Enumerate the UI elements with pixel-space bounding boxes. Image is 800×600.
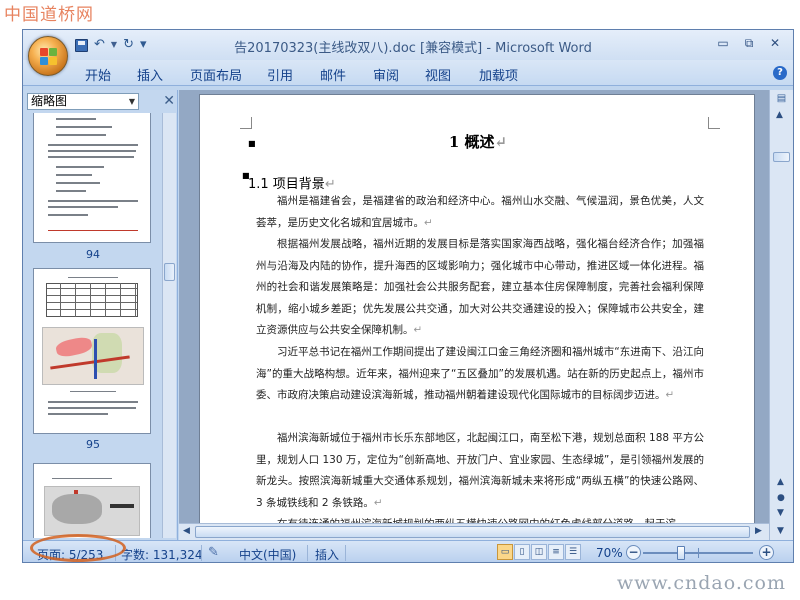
title-bar: ↶ ▼ ↻ ▾ 告20170323(主线改双八).doc [兼容模式] - Mi… (23, 30, 793, 60)
navigation-view-select[interactable]: 缩略图 ▼ (27, 93, 139, 110)
tab-mailings[interactable]: 邮件 (320, 65, 346, 84)
page-thumbnail[interactable] (33, 113, 151, 243)
vertical-scroll-thumb[interactable] (773, 152, 790, 162)
undo-dropdown-icon[interactable]: ▼ (111, 37, 117, 53)
crop-mark (240, 117, 252, 129)
redo-icon[interactable]: ↻ (123, 37, 134, 53)
horizontal-scrollbar[interactable]: ◀ ▶ (179, 523, 769, 540)
thumbnail-pane-header: 缩略图 ▼ ✕ (27, 93, 175, 111)
status-bar: 页面: 5/253 字数: 131,324 ✎ 中文(中国) 插入 ▭ ▯ ◫ … (23, 540, 793, 562)
customize-qat-icon[interactable]: ▾ (140, 37, 147, 53)
full-screen-reading-icon[interactable]: ▯ (514, 544, 530, 560)
print-layout-icon[interactable]: ▭ (497, 544, 513, 560)
next-page-icon[interactable]: ▼ (777, 508, 784, 518)
draft-view-icon[interactable]: ☰ (565, 544, 581, 560)
tab-home[interactable]: 开始 (85, 65, 111, 84)
window-controls: ▭ ⧉ ✕ (711, 34, 787, 52)
ruler-toggle-icon[interactable]: ▤ (775, 93, 788, 105)
restore-button[interactable]: ⧉ (737, 34, 761, 52)
paragraph: 根据福州发展战略，福州近期的发展目标是落实国家海西战略，强化福台经济合作；加强福… (256, 238, 704, 336)
highlight-ellipse (30, 534, 126, 562)
scroll-up-icon[interactable]: ▲ (776, 110, 783, 120)
page-thumbnail[interactable] (33, 463, 151, 538)
navigation-view-label: 缩略图 (31, 94, 68, 108)
heading-1: 1 概述↵ (448, 133, 508, 151)
close-button[interactable]: ✕ (763, 34, 787, 52)
scroll-down-icon[interactable]: ▼ (777, 526, 784, 536)
tab-view[interactable]: 视图 (425, 65, 451, 84)
select-browse-object-icon[interactable]: ● (777, 493, 785, 503)
document-page[interactable]: ■ 1 概述↵ ■ 1.1 项目背景↵ 福州是福建省会，是福建省的政治和经济中心… (199, 94, 755, 540)
outline-view-icon[interactable]: ≡ (548, 544, 564, 560)
undo-icon[interactable]: ↶ (94, 37, 105, 53)
horizontal-scroll-thumb[interactable] (195, 526, 750, 538)
zoom-level[interactable]: 70% (596, 546, 623, 560)
chevron-down-icon: ▼ (128, 97, 135, 106)
paragraph: 习近平总书记在福州工作期间提出了建设闽江口金三角经济圈和福州城市“东进南下、沿江… (256, 346, 704, 401)
page-number-label: 94 (86, 248, 100, 261)
zoom-out-button[interactable]: − (626, 545, 641, 560)
crop-mark (708, 117, 720, 129)
previous-page-icon[interactable]: ▲ (777, 477, 784, 487)
thumbnail-scrollbar[interactable] (162, 113, 176, 538)
close-icon[interactable]: ✕ (163, 93, 175, 109)
view-buttons: ▭ ▯ ◫ ≡ ☰ (497, 544, 581, 560)
word-count-status[interactable]: 字数: 131,324 (121, 546, 202, 562)
tab-references[interactable]: 引用 (267, 65, 293, 84)
word-window: ↶ ▼ ↻ ▾ 告20170323(主线改双八).doc [兼容模式] - Mi… (22, 29, 794, 563)
minimize-button[interactable]: ▭ (711, 34, 735, 52)
thumbnail-list: 94 95 (25, 113, 161, 538)
help-icon[interactable]: ? (773, 66, 787, 80)
page-thumbnail[interactable] (33, 268, 151, 434)
web-layout-icon[interactable]: ◫ (531, 544, 547, 560)
office-logo-icon (40, 48, 58, 66)
heading-2: 1.1 项目背景↵ (248, 177, 336, 192)
save-icon[interactable] (75, 38, 88, 52)
proofing-icon[interactable]: ✎ (208, 545, 226, 561)
window-title: 告20170323(主线改双八).doc [兼容模式] - Microsoft … (234, 41, 592, 56)
insert-mode-status[interactable]: 插入 (315, 546, 339, 562)
watermark-bottom: www.cndao.com (616, 572, 786, 594)
tab-add-ins[interactable]: 加载项 (479, 65, 518, 84)
ribbon-tabs: 开始 插入 页面布局 引用 邮件 审阅 视图 加载项 ? (23, 60, 793, 86)
vertical-scrollbar[interactable]: ▤ ▲ ▲ ● ▼ ▼ (769, 90, 793, 540)
page-number-label: 95 (86, 438, 100, 451)
zoom-slider-center-mark (698, 548, 699, 558)
tab-page-layout[interactable]: 页面布局 (190, 65, 242, 84)
tab-review[interactable]: 审阅 (373, 65, 399, 84)
tab-insert[interactable]: 插入 (137, 65, 163, 84)
zoom-in-button[interactable]: + (759, 545, 774, 560)
paragraph: 福州滨海新城位于福州市长乐东部地区，北起闽江口，南至松下港，规划总面积 188 … (256, 432, 704, 509)
language-status[interactable]: 中文(中国) (239, 546, 296, 562)
thumbnail-pane: 缩略图 ▼ ✕ 94 95 (23, 90, 178, 540)
office-button[interactable] (28, 36, 68, 76)
thumbnail-scroll-thumb[interactable] (164, 263, 175, 281)
scroll-left-icon[interactable]: ◀ (183, 526, 190, 536)
paragraph: 福州是福建省会，是福建省的政治和经济中心。福州山水交融、气候温润，景色优美，人文… (256, 195, 704, 229)
watermark-top: 中国道桥网 (4, 5, 94, 25)
scroll-right-icon[interactable]: ▶ (755, 526, 762, 536)
document-area: ■ 1 概述↵ ■ 1.1 项目背景↵ 福州是福建省会，是福建省的政治和经济中心… (179, 90, 769, 540)
zoom-slider-handle[interactable] (677, 546, 685, 560)
quick-access-toolbar: ↶ ▼ ↻ ▾ (75, 37, 147, 53)
